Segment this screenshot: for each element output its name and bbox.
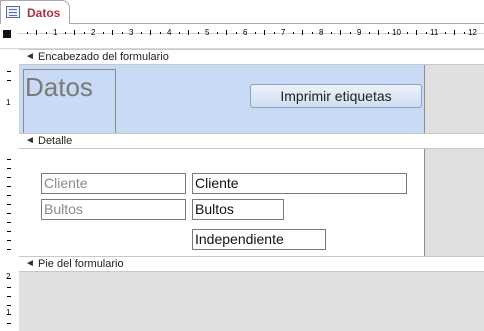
ruler-baseline bbox=[17, 33, 484, 34]
ruler-tick bbox=[369, 32, 370, 34]
ruler-tick bbox=[264, 30, 265, 35]
ruler-tick bbox=[378, 30, 379, 35]
ruler-tick bbox=[27, 32, 28, 34]
ruler-tick bbox=[36, 30, 37, 35]
section-marker-icon: ◄ bbox=[25, 258, 35, 269]
section-bar-detail[interactable]: ◄ Detalle bbox=[19, 133, 484, 149]
ruler-tick bbox=[103, 32, 104, 34]
ruler-tick bbox=[7, 177, 11, 178]
ruler-tick bbox=[407, 32, 408, 34]
form-icon bbox=[6, 6, 20, 18]
ruler-tick bbox=[416, 30, 417, 35]
ruler-tick bbox=[122, 32, 123, 34]
ruler-tick bbox=[274, 32, 275, 34]
ruler-tick bbox=[350, 32, 351, 34]
bultos-label[interactable]: Bultos bbox=[41, 199, 186, 220]
ruler-tick bbox=[217, 32, 218, 34]
document-tab-strip: Datos bbox=[0, 0, 484, 25]
ruler-tick bbox=[302, 30, 303, 35]
ruler-tick bbox=[464, 32, 465, 34]
vruler-header-mark: 1 bbox=[6, 98, 11, 107]
ruler-tick bbox=[7, 222, 11, 223]
ruler-tick bbox=[74, 30, 75, 35]
ruler-tick bbox=[7, 287, 11, 288]
section-label-detail: Detalle bbox=[38, 135, 73, 147]
horizontal-ruler[interactable]: 1 2 3 4 5 6 7 8 9 10 11 12 bbox=[0, 25, 484, 49]
ruler-tick bbox=[112, 30, 113, 35]
cliente-field[interactable]: Cliente bbox=[192, 173, 407, 194]
ruler-tick bbox=[65, 32, 66, 34]
ruler-tick bbox=[454, 30, 455, 35]
section-bar-header[interactable]: ◄ Encabezado del formulario bbox=[19, 49, 484, 65]
ruler-tick bbox=[7, 195, 11, 196]
bultos-field[interactable]: Bultos bbox=[192, 199, 284, 220]
print-labels-button[interactable]: Imprimir etiquetas bbox=[250, 84, 422, 108]
tab-label: Datos bbox=[27, 6, 61, 20]
section-label-header: Encabezado del formulario bbox=[38, 51, 169, 63]
tab-strip-divider bbox=[0, 23, 484, 24]
header-unused-area bbox=[424, 65, 484, 133]
ruler-tick bbox=[7, 168, 11, 169]
section-marker-icon: ◄ bbox=[25, 51, 35, 62]
ruler-tick bbox=[7, 213, 11, 214]
ruler-tick bbox=[7, 314, 11, 315]
vruler-detail-mark: 2 bbox=[6, 272, 11, 281]
ruler-tick bbox=[160, 32, 161, 34]
ruler-number: 6 bbox=[243, 28, 248, 37]
ruler-tick bbox=[7, 305, 11, 306]
ruler-tick bbox=[179, 32, 180, 34]
ruler-tick bbox=[7, 278, 11, 279]
vertical-ruler[interactable]: 1 2 1 bbox=[0, 49, 19, 331]
form-selector-icon[interactable] bbox=[3, 30, 11, 38]
cliente-label[interactable]: Cliente bbox=[41, 173, 186, 194]
ruler-tick bbox=[426, 32, 427, 34]
section-bar-footer[interactable]: ◄ Pie del formulario bbox=[19, 256, 484, 272]
ruler-number: 2 bbox=[91, 28, 96, 37]
ruler-tick bbox=[7, 80, 11, 81]
ruler-tick bbox=[7, 249, 11, 250]
ruler-tick bbox=[236, 32, 237, 34]
ruler-number: 11 bbox=[430, 28, 439, 37]
ruler-number: 9 bbox=[357, 28, 362, 37]
form-footer-area[interactable] bbox=[19, 272, 484, 331]
ruler-tick bbox=[226, 30, 227, 35]
ruler-number: 7 bbox=[281, 28, 286, 37]
ruler-tick bbox=[7, 159, 11, 160]
detail-unused-area bbox=[424, 149, 484, 256]
ruler-tick bbox=[445, 32, 446, 34]
ruler-tick bbox=[84, 32, 85, 34]
ruler-tick bbox=[388, 32, 389, 34]
ruler-tick bbox=[255, 32, 256, 34]
ruler-number: 1 bbox=[53, 28, 58, 37]
ruler-tick bbox=[7, 204, 11, 205]
form-title-text: Datos bbox=[25, 72, 93, 102]
ruler-tick bbox=[7, 186, 11, 187]
ruler-tick bbox=[340, 30, 341, 35]
ruler-tick bbox=[7, 240, 11, 241]
ruler-number: 4 bbox=[167, 28, 172, 37]
ruler-tick bbox=[141, 32, 142, 34]
form-title-label[interactable]: Datos bbox=[23, 69, 116, 133]
ruler-number: 8 bbox=[319, 28, 324, 37]
ruler-number: 3 bbox=[129, 28, 134, 37]
ruler-tick bbox=[150, 30, 151, 35]
ruler-tick bbox=[7, 296, 11, 297]
ruler-tick bbox=[198, 32, 199, 34]
ruler-tick bbox=[7, 231, 11, 232]
ruler-number: 5 bbox=[205, 28, 210, 37]
ruler-tick bbox=[331, 32, 332, 34]
ruler-tick bbox=[46, 32, 47, 34]
ruler-number: 12 bbox=[468, 28, 477, 37]
vruler-footer-mark: 1 bbox=[6, 308, 11, 317]
section-label-footer: Pie del formulario bbox=[38, 258, 124, 270]
ruler-number: 10 bbox=[392, 28, 401, 37]
ruler-tick bbox=[312, 32, 313, 34]
ruler-tick bbox=[293, 32, 294, 34]
ruler-tick bbox=[7, 323, 11, 324]
ruler-tick bbox=[188, 30, 189, 35]
independiente-field[interactable]: Independiente bbox=[192, 229, 326, 250]
tab-datos[interactable]: Datos bbox=[0, 0, 70, 24]
section-marker-icon: ◄ bbox=[25, 135, 35, 146]
ruler-tick bbox=[7, 71, 11, 72]
